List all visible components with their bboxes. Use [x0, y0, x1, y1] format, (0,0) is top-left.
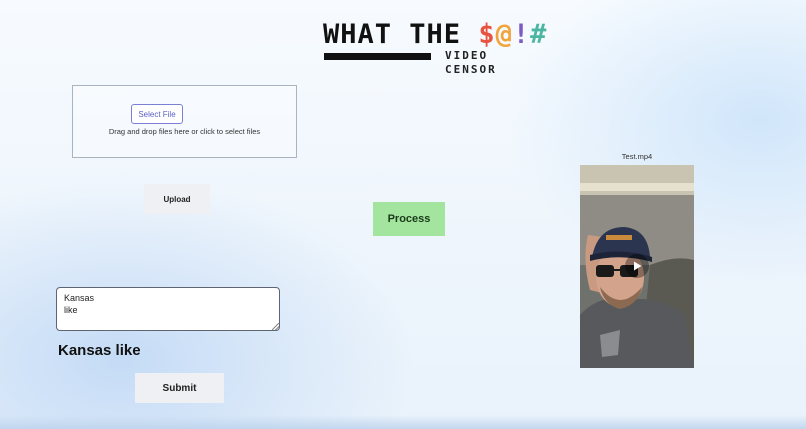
logo-symbol-dollar: $ [478, 19, 496, 50]
page-bottom-shadow [0, 415, 806, 429]
logo-subtitle: VIDEO CENSOR [445, 49, 497, 77]
process-button[interactable]: Process [373, 202, 445, 236]
file-dropzone[interactable]: Select File Drag and drop files here or … [72, 85, 297, 158]
logo-subtitle-line1: VIDEO [445, 49, 489, 62]
upload-button[interactable]: Upload [144, 184, 210, 214]
words-textarea[interactable]: Kansas like [56, 287, 280, 331]
logo-symbol-bang: ! [512, 19, 531, 50]
words-heading: Kansas like [58, 342, 141, 359]
logo-title-text: WHAT THE [323, 19, 479, 50]
logo-symbol-hash: # [530, 19, 548, 50]
video-filename: Test.mp4 [621, 152, 653, 161]
logo-subtitle-line2: CENSOR [445, 63, 497, 76]
dropzone-instructions: Drag and drop files here or click to sel… [108, 127, 261, 136]
app-logo: WHAT THE $@!# VIDEO CENSOR [323, 20, 553, 80]
select-file-button[interactable]: Select File [131, 104, 183, 124]
logo-censor-bar [324, 53, 431, 60]
textarea-resize-handle[interactable] [272, 323, 279, 330]
logo-symbol-at: @ [495, 19, 513, 50]
logo-title: WHAT THE $@!# [323, 20, 547, 50]
play-icon [634, 261, 642, 271]
play-button[interactable] [625, 254, 649, 278]
submit-button[interactable]: Submit [135, 373, 224, 403]
